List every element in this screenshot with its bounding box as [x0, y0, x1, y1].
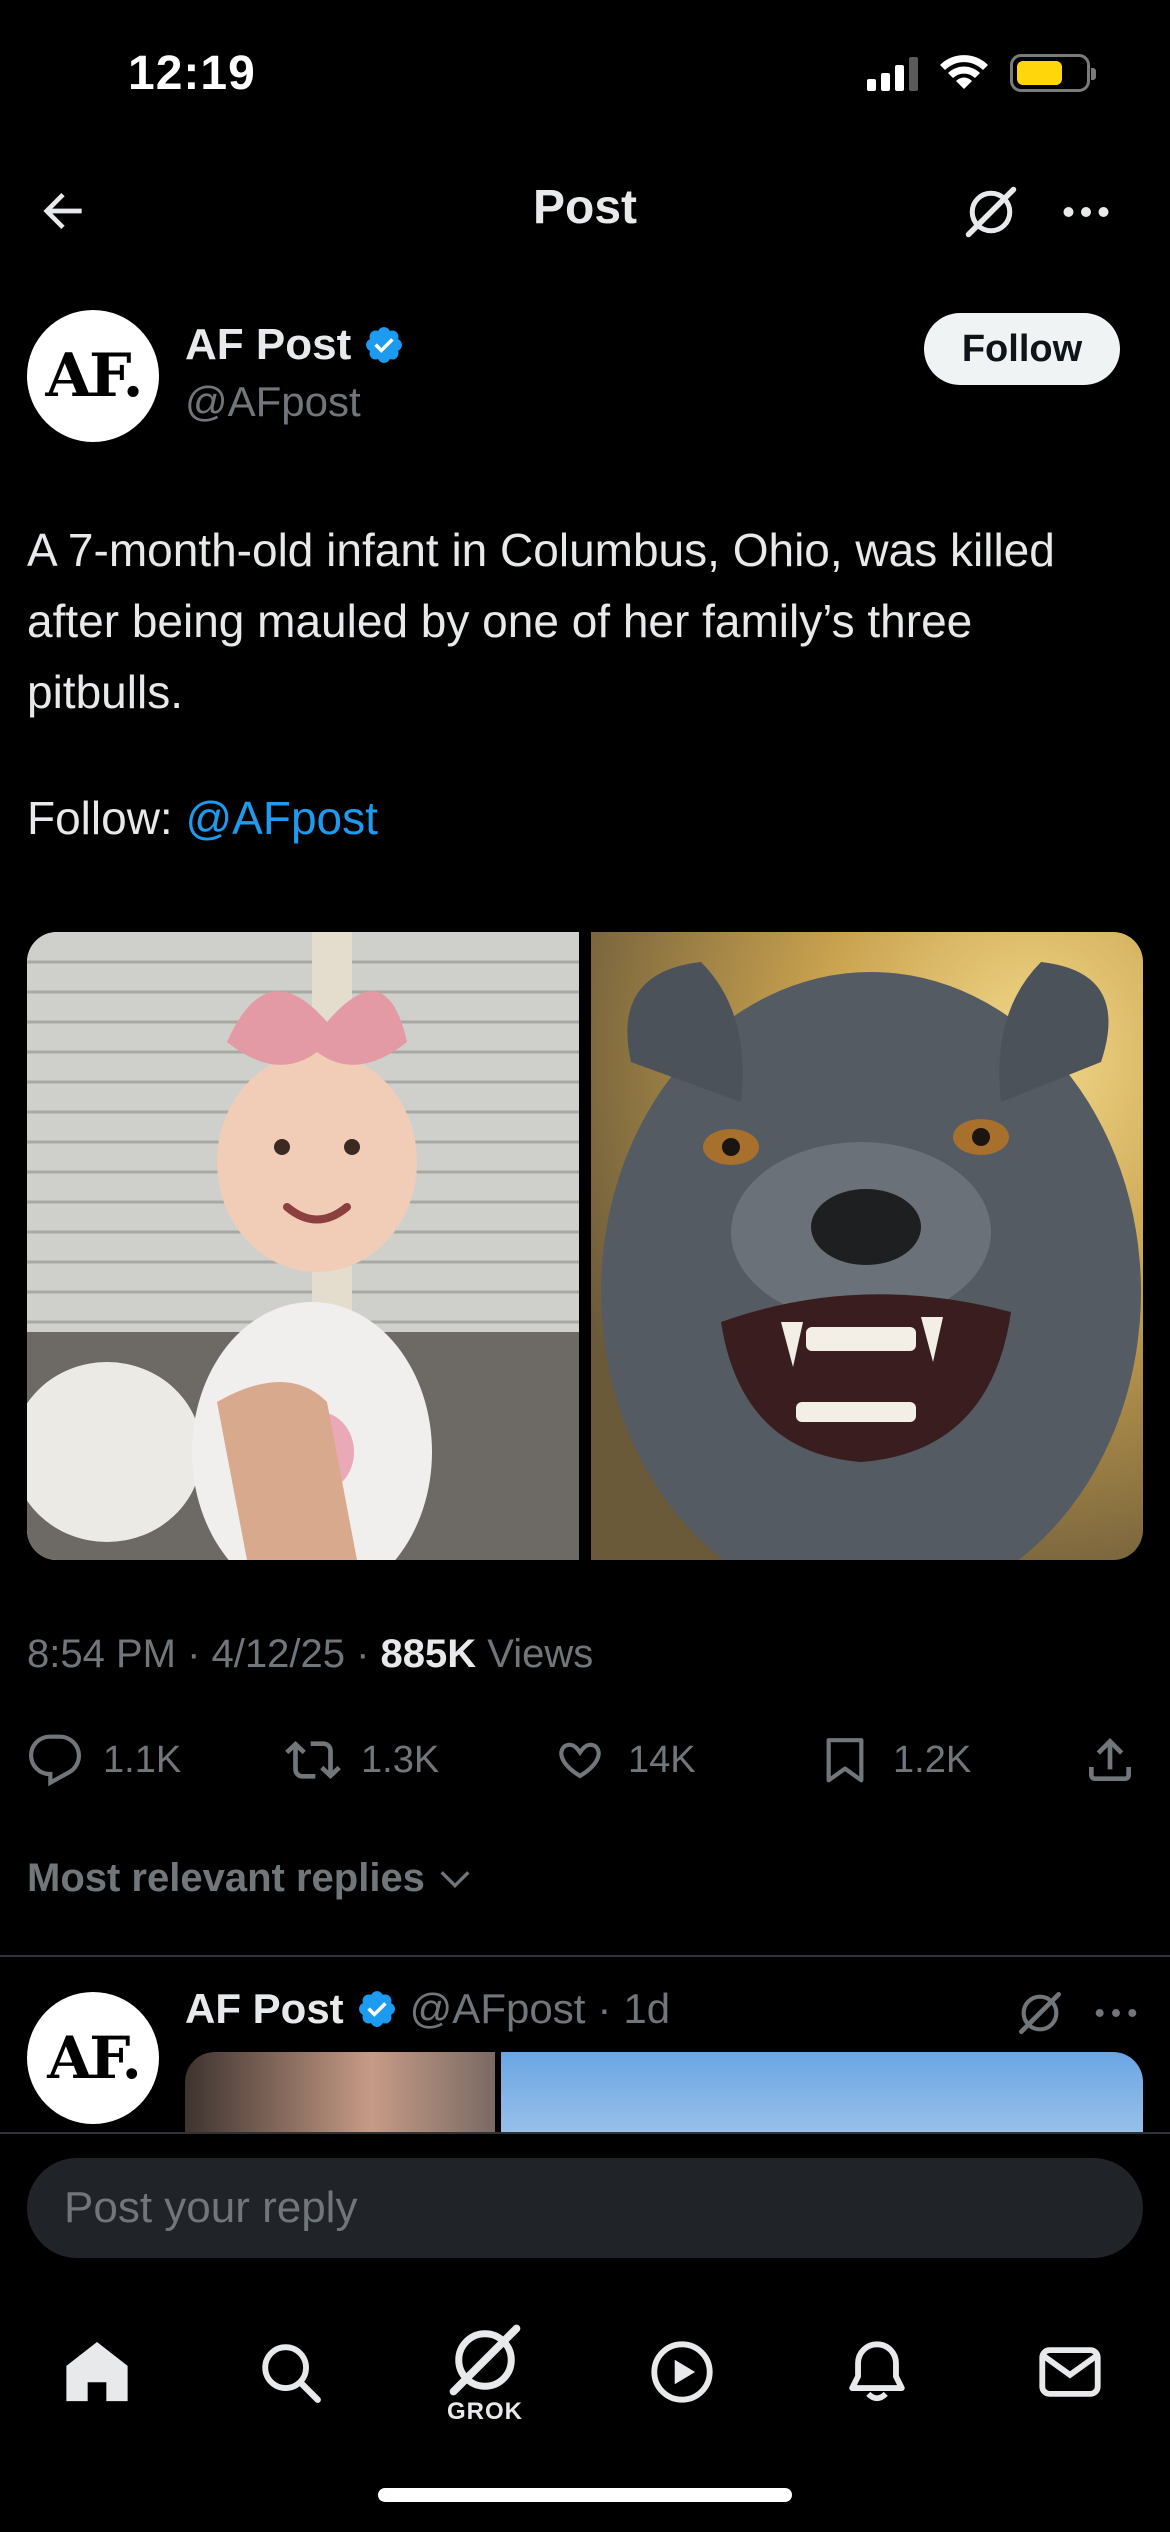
follow-prefix: Follow:	[27, 792, 186, 844]
like-button[interactable]: 14K	[552, 1720, 696, 1800]
post-actions: 1.1K 1.3K 14K 1.2K	[27, 1720, 1147, 1800]
verified-badge-icon	[358, 1991, 395, 2027]
author-name[interactable]: AF Post	[185, 320, 351, 370]
status-bar: 12:19	[0, 0, 1170, 150]
verified-badge-icon	[366, 327, 403, 363]
reply-grok-button[interactable]	[1012, 1985, 1068, 2041]
reply-media-image-2[interactable]	[501, 2052, 1143, 2142]
like-count: 14K	[628, 1738, 696, 1781]
more-options-button[interactable]	[1050, 176, 1122, 248]
follow-line: Follow: @AFpost	[27, 791, 378, 845]
grok-icon	[965, 186, 1017, 238]
reply-avatar[interactable]: AF.	[27, 1992, 159, 2124]
bell-icon	[849, 2341, 905, 2402]
tab-messages[interactable]	[1010, 2312, 1130, 2432]
follow-button[interactable]: Follow	[924, 313, 1120, 385]
grok-icon	[1019, 1992, 1061, 2034]
bookmark-button[interactable]: 1.2K	[817, 1720, 971, 1800]
avatar[interactable]: AF.	[27, 310, 159, 442]
wifi-icon	[940, 55, 988, 89]
author-name-row[interactable]: AF Post	[185, 320, 405, 370]
status-time: 12:19	[128, 47, 256, 100]
tab-grok[interactable]: GROK	[425, 2312, 545, 2432]
reply-author-name[interactable]: AF Post	[185, 1985, 344, 2033]
home-icon	[66, 2341, 128, 2402]
mention-link[interactable]: @AFpost	[185, 792, 377, 844]
tab-video[interactable]	[622, 2312, 742, 2432]
cellular-signal-icon	[867, 55, 918, 91]
battery-icon	[1010, 54, 1096, 92]
play-circle-icon	[651, 2341, 713, 2403]
tab-home[interactable]	[37, 2312, 157, 2432]
reply-media-image-1[interactable]	[185, 2052, 495, 2142]
reply-separator: ·	[597, 1985, 612, 2032]
reply-button[interactable]: 1.1K	[27, 1720, 181, 1800]
status-icons	[867, 54, 1096, 92]
grok-icon	[449, 2324, 521, 2396]
more-horizontal-icon	[1063, 207, 1109, 217]
reply-more-button[interactable]	[1088, 1985, 1144, 2041]
author-handle[interactable]: @AFpost	[185, 378, 361, 426]
repost-button[interactable]: 1.3K	[285, 1720, 439, 1800]
post-text: A 7-month-old infant in Columbus, Ohio, …	[27, 524, 1055, 718]
reply-header: AF Post @AFpost · 1d	[185, 1985, 670, 2033]
pitbull-photo[interactable]	[591, 932, 1143, 1560]
reply-age: 1d	[623, 1985, 671, 2032]
more-horizontal-icon	[1095, 2009, 1137, 2017]
pitbull-photo-illustration	[601, 962, 1141, 1560]
mail-icon	[1039, 2347, 1101, 2397]
tab-search[interactable]	[230, 2312, 350, 2432]
reply-media[interactable]	[185, 2052, 1143, 2142]
bookmark-icon	[826, 1738, 864, 1783]
post-header: Post	[0, 150, 1170, 272]
share-button[interactable]	[1082, 1720, 1138, 1800]
infant-photo-illustration	[27, 932, 579, 1560]
post-time: 8:54 PM	[27, 1632, 176, 1676]
post-media[interactable]	[27, 932, 1143, 1560]
grok-button[interactable]	[955, 176, 1027, 248]
reply-author-handle[interactable]: @AFpost	[410, 1985, 586, 2033]
views-label: Views	[487, 1632, 594, 1676]
post-date: 4/12/25	[211, 1632, 345, 1676]
home-indicator	[378, 2488, 792, 2502]
comment-icon	[28, 1734, 82, 1787]
reply-input[interactable]	[27, 2158, 1143, 2258]
reply-count: 1.1K	[103, 1738, 182, 1781]
heart-icon	[559, 1742, 601, 1779]
divider	[0, 1955, 1170, 1957]
infant-photo[interactable]	[27, 932, 579, 1560]
repost-icon	[285, 1741, 341, 1779]
views-count[interactable]: 885K	[381, 1632, 477, 1676]
post-meta: 8:54 PM · 4/12/25 · 885K Views	[27, 1632, 594, 1676]
tab-notifications[interactable]	[817, 2312, 937, 2432]
replies-sort-label: Most relevant replies	[27, 1856, 425, 1900]
replies-sort-dropdown[interactable]: Most relevant replies	[27, 1856, 475, 1901]
reply-composer-bar	[0, 2132, 1170, 2282]
share-icon	[1089, 1738, 1131, 1781]
bookmark-count: 1.2K	[893, 1738, 972, 1781]
search-icon	[262, 2344, 321, 2403]
chevron-down-icon	[440, 1870, 470, 1888]
repost-count: 1.3K	[361, 1738, 440, 1781]
grok-tab-label: GROK	[447, 2398, 523, 2425]
